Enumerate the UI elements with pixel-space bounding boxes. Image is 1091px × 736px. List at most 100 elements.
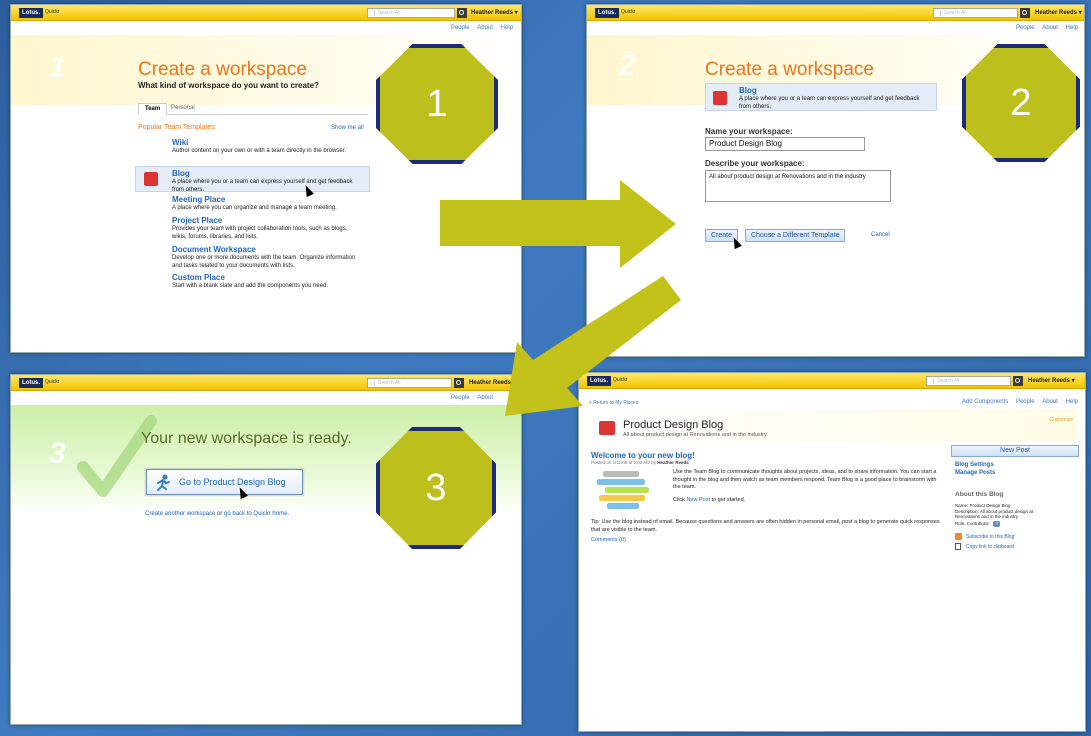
search-input[interactable]: Search All: [933, 8, 1018, 18]
post-body: Use the Team Blog to communicate thought…: [673, 469, 937, 490]
rss-icon: [955, 533, 962, 540]
top-nav: People About: [445, 395, 493, 401]
app-name: Quickr: [45, 379, 60, 385]
help-icon[interactable]: ?: [993, 521, 1001, 527]
workspace-description-field[interactable]: All about product design at Renovations …: [705, 170, 891, 202]
runner-icon: [157, 474, 170, 491]
customize-link[interactable]: Customize: [1049, 417, 1073, 423]
create-another-link[interactable]: Create another workspace: [145, 511, 215, 517]
template-name: Blog: [172, 169, 190, 178]
blog-icon: [144, 172, 158, 186]
nav-people[interactable]: People: [1016, 25, 1035, 31]
search-icon[interactable]: [1020, 8, 1030, 18]
template-name: Wiki: [172, 138, 189, 147]
subscribe-row[interactable]: Subscribe to this Blog: [955, 533, 1014, 540]
show-me-all-link[interactable]: Show me all: [331, 125, 364, 131]
blog-icon: [599, 421, 615, 435]
go-to-blog-button[interactable]: Go to Product Design Blog: [146, 469, 303, 495]
lotus-logo: Lotus.: [19, 378, 43, 388]
panel-step-3: Lotus. Quickr Search All Heather Reeds ▾…: [10, 374, 522, 725]
top-bar: Lotus. Quickr Search All Heather Reeds ▾: [587, 5, 1084, 21]
search-scope-dropdown[interactable]: [935, 10, 941, 16]
panel-blog-result: Lotus. Quickr Search All Heather Reeds ▾…: [578, 372, 1086, 732]
back-to-home-link[interactable]: go back to Quickr home.: [224, 511, 289, 517]
post-title[interactable]: Welcome to your new blog!: [591, 451, 695, 460]
cancel-link[interactable]: Cancel: [871, 232, 890, 238]
new-post-link[interactable]: New Post: [686, 497, 710, 503]
choose-template-button[interactable]: Choose a Different Template: [745, 229, 846, 242]
template-wiki[interactable]: Wiki Author content on your own or with …: [172, 138, 362, 155]
nav-help[interactable]: Help: [501, 25, 513, 31]
search-icon[interactable]: [454, 378, 464, 388]
clipboard-icon: [955, 543, 961, 550]
name-label: Name your workspace:: [705, 127, 793, 136]
template-name: Blog: [739, 86, 757, 95]
top-nav: People About Help: [1010, 25, 1078, 31]
search-input[interactable]: Search All: [926, 376, 1011, 386]
blog-illustration: [595, 469, 653, 511]
user-menu[interactable]: Heather Reeds ▾: [471, 9, 518, 16]
nav-people[interactable]: People: [1016, 399, 1035, 405]
blog-title: Product Design Blog: [623, 419, 724, 431]
template-blog[interactable]: Blog A place where you or a team can exp…: [135, 166, 370, 193]
template-custom-place[interactable]: Custom Place Start with a blank slate an…: [172, 273, 382, 290]
blog-subtitle: All about product design at Renovations …: [623, 432, 767, 438]
nav-people[interactable]: People: [451, 395, 470, 401]
section-title: Popular Team Templates:: [138, 124, 217, 131]
copy-link-row[interactable]: Copy link to clipboard: [955, 543, 1014, 550]
nav-help[interactable]: Help: [1066, 399, 1078, 405]
mouse-cursor-icon: [730, 235, 742, 250]
page-subtitle: What kind of workspace do you want to cr…: [138, 81, 319, 90]
search-input[interactable]: Search All: [367, 8, 455, 18]
search-scope-dropdown[interactable]: [369, 10, 375, 16]
search-icon[interactable]: [457, 8, 467, 18]
go-to-blog-label: Go to Product Design Blog: [179, 477, 286, 487]
about-blog-role: Role: Contributor ?: [955, 521, 1001, 527]
comments-link[interactable]: Comments (0): [591, 537, 626, 543]
search-input[interactable]: Search All: [367, 378, 452, 388]
nav-about[interactable]: About: [1042, 399, 1058, 405]
template-name: Project Place: [172, 216, 223, 225]
page-title: Create a workspace: [705, 59, 874, 80]
about-blog-name: Name: Product Design Blog: [955, 503, 1011, 508]
search-scope-dropdown[interactable]: [369, 380, 375, 386]
user-menu[interactable]: Heather Reeds ▾: [1035, 9, 1082, 16]
step-watermark: 1: [49, 51, 66, 84]
step-watermark: 2: [619, 49, 636, 82]
template-name: Meeting Place: [172, 195, 226, 204]
nav-help[interactable]: Help: [1066, 25, 1078, 31]
template-meeting-place[interactable]: Meeting Place A place where you can orga…: [172, 195, 362, 212]
blog-settings-link[interactable]: Blog Settings: [955, 462, 994, 468]
nav-about[interactable]: About: [1042, 25, 1058, 31]
workspace-name-field[interactable]: Product Design Blog: [705, 137, 865, 151]
post-author[interactable]: Heather Reeds: [657, 460, 689, 465]
template-desc: Develop one or more documents with the t…: [172, 255, 356, 269]
template-name: Document Workspace: [172, 245, 256, 254]
top-bar: Lotus. Quickr Search All Heather Reeds ▾: [11, 375, 521, 391]
post-create-links: Create another workspace or go back to Q…: [145, 511, 290, 517]
new-post-button[interactable]: New Post: [951, 445, 1079, 457]
about-blog-heading: About this Blog: [955, 491, 1004, 498]
template-desc: A place where you can organize and manag…: [172, 205, 337, 211]
tab-team[interactable]: Team: [138, 103, 168, 115]
top-bar: Lotus. Quickr Search All Heather Reeds ▾: [11, 5, 521, 21]
page-title: Create a workspace: [138, 59, 307, 80]
nav-about[interactable]: About: [477, 25, 493, 31]
nav-add-components[interactable]: Add Components: [962, 399, 1008, 405]
search-icon[interactable]: [1013, 376, 1023, 386]
about-blog-description: Description: All about product design at…: [955, 509, 1034, 519]
success-heading: Your new workspace is ready.: [141, 430, 352, 447]
nav-about[interactable]: About: [477, 395, 493, 401]
search-scope-dropdown[interactable]: [928, 378, 934, 384]
user-menu[interactable]: Heather Reeds ▾: [1028, 377, 1075, 384]
template-desc: A place where you or a team can express …: [172, 179, 353, 193]
template-desc: Author content on your own or with a tea…: [172, 148, 347, 154]
template-project-place[interactable]: Project Place Provides your team with pr…: [172, 216, 362, 241]
step-watermark: 3: [49, 437, 66, 470]
manage-posts-link[interactable]: Manage Posts: [955, 470, 995, 476]
nav-people[interactable]: People: [451, 25, 470, 31]
top-nav: People About Help: [445, 25, 513, 31]
arrow-down-left-icon: [505, 276, 681, 416]
tab-personal[interactable]: Personal: [171, 105, 195, 111]
template-document-workspace[interactable]: Document Workspace Develop one or more d…: [172, 245, 362, 270]
